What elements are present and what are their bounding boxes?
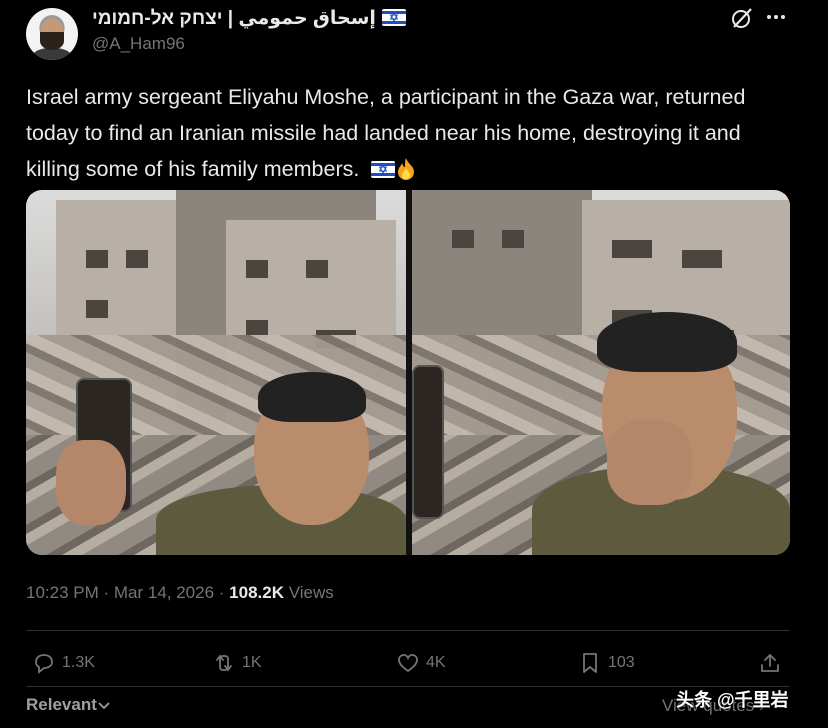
tweet-media[interactable] [26,190,790,555]
divider [26,630,790,631]
reply-icon [35,654,53,674]
tweet-text: Israel army sergeant Eliyahu Moshe, a pa… [26,79,786,187]
sort-label: Relevant [26,695,97,714]
tweet-timestamp[interactable]: 10:23 PM · Mar 14, 2026 · 108.2K Views [26,583,334,603]
israel-flag-icon [381,9,406,26]
repost-button[interactable]: 1K [212,648,262,678]
grok-icon[interactable] [730,6,754,30]
like-button[interactable]: 4K [396,648,446,678]
repost-count: 1K [242,654,262,671]
sort-replies-dropdown[interactable]: Relevant [26,695,111,715]
author-handle[interactable]: @A_Ham96 [92,34,185,54]
bookmark-icon [583,653,597,673]
like-count: 4K [426,654,446,671]
repost-icon [216,654,232,672]
views-label: Views [288,583,334,602]
reply-count: 1.3K [62,654,95,671]
reply-button[interactable]: 1.3K [32,648,95,678]
author-display-name[interactable]: إسحاق حمومي | יצחק אל-חמומי [92,7,406,30]
bookmark-count: 103 [608,654,635,671]
views-count: 108.2K [229,583,284,602]
photo-crying-soldier-hand-face[interactable] [412,190,790,555]
tweet-time: 10:23 PM [26,583,99,602]
more-options-icon[interactable] [764,5,788,29]
photo-crying-soldier-phone[interactable] [26,190,406,555]
watermark: 头条 @千里岩 [676,690,789,710]
share-button[interactable] [758,648,788,678]
fire-icon [395,157,417,181]
chevron-down-icon [97,695,111,714]
avatar-beard [40,32,64,50]
bookmark-button[interactable]: 103 [578,648,635,678]
share-icon [761,654,779,672]
author-name-text: إسحاق حمومي | יצחק אל-חמומי [92,8,376,29]
heart-icon [398,654,418,673]
avatar[interactable] [26,8,78,60]
israel-flag-icon [371,161,396,178]
tweet-date: Mar 14, 2026 [113,583,215,602]
